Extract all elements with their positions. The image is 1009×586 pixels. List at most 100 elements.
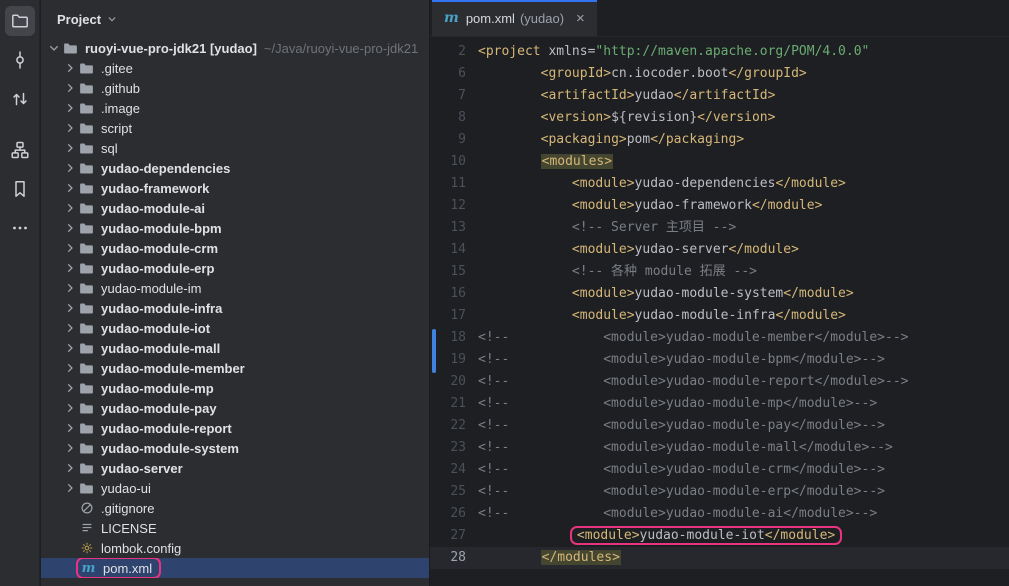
code-line-11[interactable]: 11 <module>yudao-dependencies</module>	[430, 173, 1009, 195]
chevron-right-icon[interactable]	[62, 280, 78, 296]
line-number[interactable]: 7	[430, 85, 466, 107]
tree-item-yudao-module-erp[interactable]: yudao-module-erp	[41, 258, 429, 278]
pull-requests-icon[interactable]	[5, 84, 35, 114]
code-line-28[interactable]: 28 </modules>	[430, 547, 1009, 569]
chevron-right-icon[interactable]	[62, 320, 78, 336]
more-icon[interactable]	[5, 213, 35, 243]
tree-item-pom-xml[interactable]: mpom.xml	[41, 558, 429, 578]
project-panel-header[interactable]: Project	[41, 0, 429, 38]
line-number[interactable]: 15	[430, 261, 466, 283]
code-line-13[interactable]: 13 <!-- Server 主项目 -->	[430, 217, 1009, 239]
line-number[interactable]: 10	[430, 151, 466, 173]
chevron-right-icon[interactable]	[62, 380, 78, 396]
chevron-right-icon[interactable]	[62, 120, 78, 136]
tree-item-yudao-ui[interactable]: yudao-ui	[41, 478, 429, 498]
line-number[interactable]: 20	[430, 371, 466, 393]
chevron-right-icon[interactable]	[62, 480, 78, 496]
tree-item-yudao-module-ai[interactable]: yudao-module-ai	[41, 198, 429, 218]
chevron-right-icon[interactable]	[62, 420, 78, 436]
code-line-22[interactable]: 22<!-- <module>yudao-module-pay</module>…	[430, 415, 1009, 437]
chevron-right-icon[interactable]	[62, 140, 78, 156]
commit-icon[interactable]	[5, 45, 35, 75]
chevron-right-icon[interactable]	[62, 80, 78, 96]
line-number[interactable]: 16	[430, 283, 466, 305]
line-number[interactable]: 25	[430, 481, 466, 503]
structure-icon[interactable]	[5, 135, 35, 165]
chevron-right-icon[interactable]	[62, 300, 78, 316]
close-tab-icon[interactable]: ×	[576, 10, 585, 27]
tree-item-lombok-config[interactable]: lombok.config	[41, 538, 429, 558]
code-line-6[interactable]: 6 <groupId>cn.iocoder.boot</groupId>	[430, 63, 1009, 85]
project-icon[interactable]	[5, 6, 35, 36]
line-number[interactable]: 2	[430, 41, 466, 63]
tree-item-yudao-module-bpm[interactable]: yudao-module-bpm	[41, 218, 429, 238]
code-line-16[interactable]: 16 <module>yudao-module-system</module>	[430, 283, 1009, 305]
tree-item-github[interactable]: .github	[41, 78, 429, 98]
tree-item-yudao-module-pay[interactable]: yudao-module-pay	[41, 398, 429, 418]
chevron-right-icon[interactable]	[62, 220, 78, 236]
line-number[interactable]: 26	[430, 503, 466, 525]
line-number[interactable]: 12	[430, 195, 466, 217]
code-line-20[interactable]: 20<!-- <module>yudao-module-report</modu…	[430, 371, 1009, 393]
line-number[interactable]: 9	[430, 129, 466, 151]
code-line-8[interactable]: 8 <version>${revision}</version>	[430, 107, 1009, 129]
chevron-right-icon[interactable]	[62, 340, 78, 356]
tree-item-yudao-module-system[interactable]: yudao-module-system	[41, 438, 429, 458]
chevron-right-icon[interactable]	[62, 100, 78, 116]
line-number[interactable]: 8	[430, 107, 466, 129]
line-number[interactable]: 22	[430, 415, 466, 437]
tree-item-yudao-module-iot[interactable]: yudao-module-iot	[41, 318, 429, 338]
tree-item-yudao-module-member[interactable]: yudao-module-member	[41, 358, 429, 378]
code-line-19[interactable]: 19<!-- <module>yudao-module-bpm</module>…	[430, 349, 1009, 371]
chevron-right-icon[interactable]	[62, 180, 78, 196]
tree-item-ruoyi-vue-pro-jdk21-yudao[interactable]: ruoyi-vue-pro-jdk21 [yudao]~/Java/ruoyi-…	[41, 38, 429, 58]
chevron-right-icon[interactable]	[62, 440, 78, 456]
code-line-10[interactable]: 10 <modules>	[430, 151, 1009, 173]
code-line-14[interactable]: 14 <module>yudao-server</module>	[430, 239, 1009, 261]
tree-item-gitignore[interactable]: .gitignore	[41, 498, 429, 518]
code-line-17[interactable]: 17 <module>yudao-module-infra</module>	[430, 305, 1009, 327]
chevron-right-icon[interactable]	[62, 400, 78, 416]
tree-item-yudao-dependencies[interactable]: yudao-dependencies	[41, 158, 429, 178]
tree-item-license[interactable]: LICENSE	[41, 518, 429, 538]
tree-item-yudao-module-mp[interactable]: yudao-module-mp	[41, 378, 429, 398]
code-line-25[interactable]: 25<!-- <module>yudao-module-erp</module>…	[430, 481, 1009, 503]
line-number[interactable]: 23	[430, 437, 466, 459]
code-line-21[interactable]: 21<!-- <module>yudao-module-mp</module>-…	[430, 393, 1009, 415]
chevron-right-icon[interactable]	[62, 160, 78, 176]
code-line-27[interactable]: 27 <module>yudao-module-iot</module>	[430, 525, 1009, 547]
line-number[interactable]: 6	[430, 63, 466, 85]
editor-tab-pom-xml[interactable]: m pom.xml (yudao) ×	[432, 0, 597, 36]
line-number[interactable]: 17	[430, 305, 466, 327]
code-line-12[interactable]: 12 <module>yudao-framework</module>	[430, 195, 1009, 217]
tree-item-yudao-module-report[interactable]: yudao-module-report	[41, 418, 429, 438]
code-line-15[interactable]: 15 <!-- 各种 module 拓展 -->	[430, 261, 1009, 283]
chevron-right-icon[interactable]	[62, 60, 78, 76]
tree-item-sql[interactable]: sql	[41, 138, 429, 158]
tree-item-yudao-framework[interactable]: yudao-framework	[41, 178, 429, 198]
chevron-right-icon[interactable]	[62, 200, 78, 216]
line-number[interactable]: 14	[430, 239, 466, 261]
tree-item-gitee[interactable]: .gitee	[41, 58, 429, 78]
chevron-right-icon[interactable]	[62, 240, 78, 256]
code-line-23[interactable]: 23<!-- <module>yudao-module-mall</module…	[430, 437, 1009, 459]
chevron-right-icon[interactable]	[62, 260, 78, 276]
tree-item-yudao-module-im[interactable]: yudao-module-im	[41, 278, 429, 298]
chevron-right-icon[interactable]	[62, 460, 78, 476]
bookmarks-icon[interactable]	[5, 174, 35, 204]
line-number[interactable]: 27	[430, 525, 466, 547]
chevron-right-icon[interactable]	[62, 360, 78, 376]
tree-item-image[interactable]: .image	[41, 98, 429, 118]
tree-item-yudao-module-mall[interactable]: yudao-module-mall	[41, 338, 429, 358]
line-number[interactable]: 11	[430, 173, 466, 195]
code-line-26[interactable]: 26<!-- <module>yudao-module-ai</module>-…	[430, 503, 1009, 525]
tree-item-yudao-module-crm[interactable]: yudao-module-crm	[41, 238, 429, 258]
code-line-18[interactable]: 18<!-- <module>yudao-module-member</modu…	[430, 327, 1009, 349]
vcs-change-marker[interactable]	[432, 329, 436, 373]
chevron-down-icon[interactable]	[46, 40, 62, 56]
code-line-24[interactable]: 24<!-- <module>yudao-module-crm</module>…	[430, 459, 1009, 481]
line-number[interactable]: 13	[430, 217, 466, 239]
tree-item-yudao-module-infra[interactable]: yudao-module-infra	[41, 298, 429, 318]
code-line-2[interactable]: 2<project xmlns="http://maven.apache.org…	[430, 41, 1009, 63]
code-line-9[interactable]: 9 <packaging>pom</packaging>	[430, 129, 1009, 151]
